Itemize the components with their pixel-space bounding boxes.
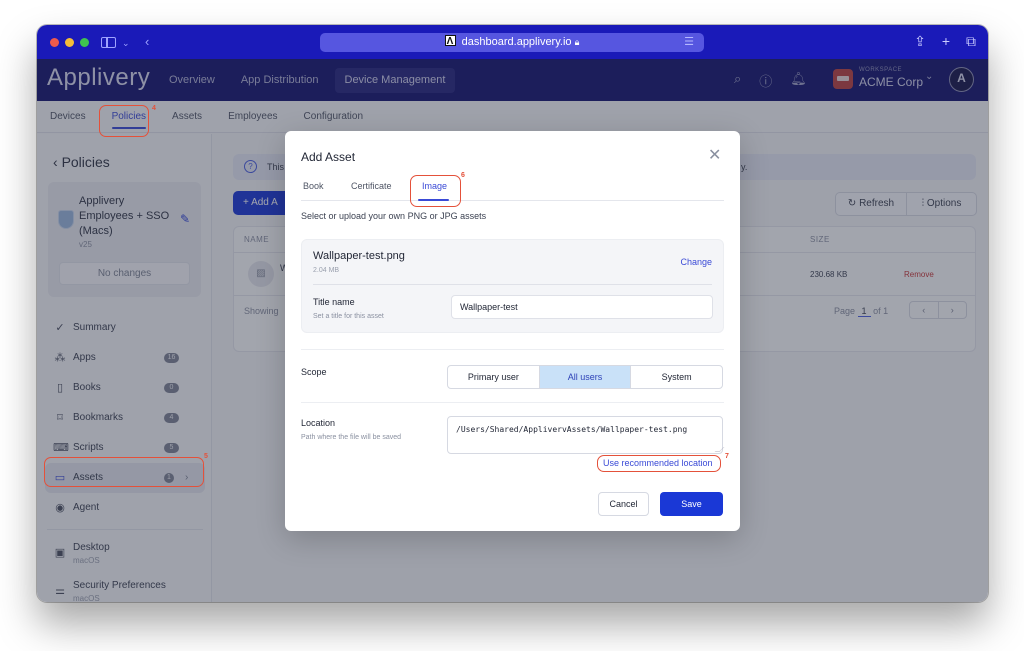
new-tab-icon[interactable]: + xyxy=(942,33,950,50)
close-icon[interactable]: ✕ xyxy=(708,145,721,165)
asset-type-tabs: Book Certificate Image xyxy=(301,174,724,201)
annotation-number: 6 xyxy=(461,172,465,179)
annotation-number: 7 xyxy=(725,453,729,460)
location-textarea[interactable]: /Users/Shared/ApplivervAssets/Wallpaper-… xyxy=(447,416,723,454)
back-icon[interactable]: ‹ xyxy=(145,34,149,50)
scope-segmented-control: Primary user All users System xyxy=(447,365,723,389)
minimize-window-button[interactable] xyxy=(65,38,74,47)
annotation-number: 4 xyxy=(152,105,156,112)
cancel-button[interactable]: Cancel xyxy=(598,492,649,516)
scope-all-users[interactable]: All users xyxy=(538,366,631,388)
file-box: Wallpaper-test.png 2.04 MB Change Title … xyxy=(301,239,724,333)
tabs-overview-icon[interactable]: ⧉ xyxy=(966,33,976,50)
title-name-label: Title name xyxy=(313,297,355,307)
close-window-button[interactable] xyxy=(50,38,59,47)
change-file-link[interactable]: Change xyxy=(680,257,712,267)
annotation-number: 5 xyxy=(204,453,208,460)
annotation-box-6 xyxy=(410,175,461,207)
zoom-window-button[interactable] xyxy=(80,38,89,47)
lock-icon: 🔒︎ xyxy=(574,37,580,47)
window-controls xyxy=(50,38,89,47)
chevron-down-icon[interactable]: ⌄ xyxy=(122,35,130,51)
browser-actions: ⇪ + ⧉ xyxy=(914,33,976,50)
screenshot-stage: ⌄ ‹ dashboard.applivery.io 🔒︎ ☰ ⇪ + ⧉ Ap… xyxy=(0,0,1024,651)
browser-titlebar: ⌄ ‹ dashboard.applivery.io 🔒︎ ☰ ⇪ + ⧉ xyxy=(37,25,988,59)
annotation-box-5 xyxy=(44,457,204,487)
scope-label: Scope xyxy=(301,367,327,377)
divider xyxy=(313,284,712,285)
save-button[interactable]: Save xyxy=(660,492,723,516)
site-favicon-icon xyxy=(444,32,456,51)
scope-system[interactable]: System xyxy=(630,366,722,388)
browser-window: ⌄ ‹ dashboard.applivery.io 🔒︎ ☰ ⇪ + ⧉ Ap… xyxy=(37,25,988,602)
url-text: dashboard.applivery.io xyxy=(461,36,572,48)
title-name-input[interactable]: Wallpaper-test xyxy=(451,295,713,319)
share-icon[interactable]: ⇪ xyxy=(914,33,926,50)
divider xyxy=(301,402,724,403)
annotation-box-7 xyxy=(597,455,721,472)
file-size: 2.04 MB xyxy=(313,267,340,274)
location-help: Path where the file will be saved xyxy=(301,434,401,441)
address-bar[interactable]: dashboard.applivery.io 🔒︎ ☰ xyxy=(320,32,704,52)
tab-book[interactable]: Book xyxy=(303,181,324,191)
annotation-box-4 xyxy=(99,105,149,137)
divider xyxy=(301,349,724,350)
reader-icon[interactable]: ☰ xyxy=(684,33,694,52)
scope-primary-user[interactable]: Primary user xyxy=(448,366,539,388)
sidebar-toggle-icon[interactable] xyxy=(101,37,116,48)
file-name: Wallpaper-test.png xyxy=(313,250,405,262)
dialog-description: Select or upload your own PNG or JPG ass… xyxy=(301,211,487,221)
dialog-title: Add Asset xyxy=(301,150,356,164)
title-name-help: Set a title for this asset xyxy=(313,313,384,320)
location-label: Location xyxy=(301,418,336,428)
tab-certificate[interactable]: Certificate xyxy=(351,181,392,191)
